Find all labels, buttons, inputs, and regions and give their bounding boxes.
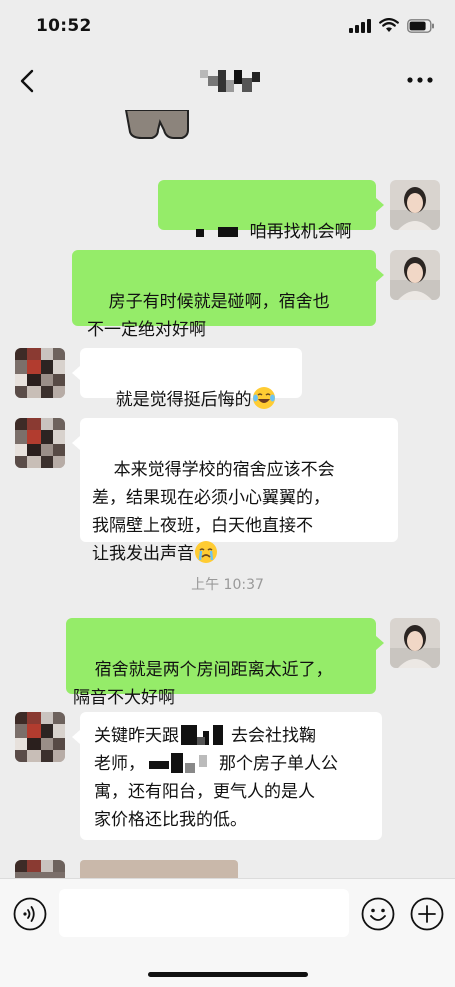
my-avatar[interactable] <box>390 250 440 300</box>
image-message-thumbnail[interactable] <box>80 860 238 878</box>
nav-bar <box>0 54 455 110</box>
message-text-segment: 关键昨天跟 <box>94 726 179 746</box>
chat-title-pixelated <box>200 70 260 92</box>
message-timestamp: 上午 10:37 <box>191 577 264 593</box>
my-message-bubble[interactable]: 房子有时候就是碰啊，宿舍也 不一定绝对好啊 <box>72 250 376 340</box>
contact-avatar[interactable] <box>15 418 65 468</box>
message-text: 房子有时候就是碰啊，宿舍也 不一定绝对好啊 <box>87 292 330 340</box>
contact-avatar[interactable] <box>15 348 65 398</box>
status-bar: 10:52 <box>0 0 455 54</box>
crying-emoji <box>195 541 217 563</box>
bubble-tail <box>72 366 80 380</box>
laughing-crying-emoji <box>252 387 275 409</box>
plus-icon <box>410 897 444 931</box>
my-message-bubble[interactable]: 咱再找机会啊 <box>158 180 376 242</box>
input-bar <box>0 878 455 987</box>
chat-area[interactable]: 咱再找机会啊 房子有时候就是碰啊，宿舍也 不一定绝对好啊 就是觉得挺后悔的 本来… <box>0 110 455 878</box>
status-time: 10:52 <box>36 16 92 36</box>
more-button[interactable] <box>405 68 435 92</box>
smiley-icon <box>361 897 395 931</box>
redaction-mark <box>195 227 238 237</box>
message-text: 就是觉得挺后悔的 <box>115 390 252 410</box>
bubble-tail <box>376 268 384 282</box>
bubble-tail <box>376 198 384 212</box>
signal-icon <box>349 18 371 33</box>
message-text-segment: 家价格还比我的低。 <box>94 810 247 830</box>
my-message-bubble[interactable]: 宿舍就是两个房间距离太近了， 隔音不大好啊 <box>66 618 376 708</box>
voice-icon <box>13 897 47 931</box>
wifi-icon <box>379 18 399 32</box>
message-text-segment: 那个房子单人公 <box>219 754 338 774</box>
redaction-mark <box>181 725 223 745</box>
redaction-mark <box>149 753 207 773</box>
message-text-segment: 老师， <box>94 754 145 774</box>
contact-avatar[interactable] <box>15 712 65 762</box>
voice-button[interactable] <box>13 897 47 931</box>
bubble-tail <box>72 436 80 450</box>
message-input[interactable] <box>59 889 349 937</box>
home-indicator[interactable] <box>148 972 308 977</box>
message-text: 宿舍就是两个房间距离太近了， 隔音不大好啊 <box>73 660 333 708</box>
more-functions-button[interactable] <box>410 897 444 931</box>
message-text-segment: 寓，还有阳台，更气人的是人 <box>94 782 315 802</box>
message-text-segment: 去会社找鞠 <box>231 726 316 746</box>
battery-icon <box>407 18 434 33</box>
bubble-tail <box>376 636 384 650</box>
back-button[interactable] <box>14 64 44 98</box>
status-icons <box>349 18 435 33</box>
more-icon <box>407 77 433 83</box>
contact-message-bubble[interactable]: 本来觉得学校的宿舍应该不会 差，结果现在必须小心翼翼的， 我隔壁上夜班，白天他直… <box>80 418 398 564</box>
sticker-image[interactable] <box>122 110 192 140</box>
chevron-left-icon <box>20 69 34 93</box>
contact-message-bubble[interactable]: 关键昨天跟 去会社找鞠 老师， 那个房子单人公 寓，还有阳台，更气人的是人 家价格还… <box>80 712 382 840</box>
emoji-button[interactable] <box>361 897 395 931</box>
message-text: 咱再找机会啊 <box>249 222 352 242</box>
contact-avatar[interactable] <box>15 860 65 878</box>
my-avatar[interactable] <box>390 618 440 668</box>
contact-message-bubble[interactable]: 就是觉得挺后悔的 <box>80 348 302 410</box>
bubble-tail <box>72 730 80 744</box>
my-avatar[interactable] <box>390 180 440 230</box>
